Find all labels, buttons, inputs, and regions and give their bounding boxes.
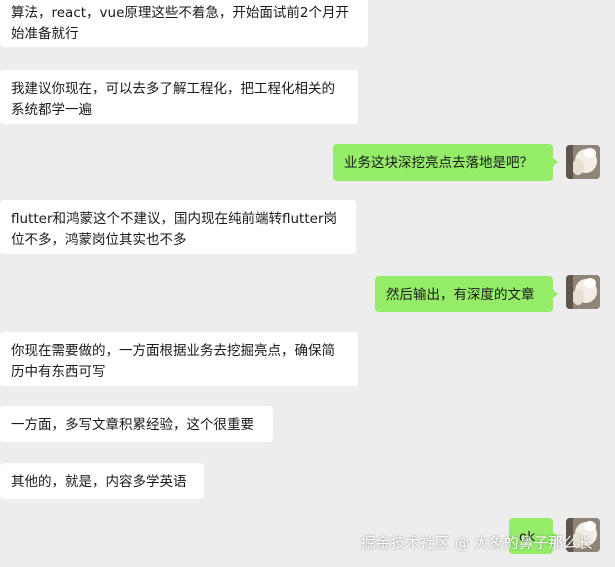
message-text: 一方面，多写文章积累经验，这个很重要 <box>11 417 254 433</box>
message-text: flutter和鸿蒙这个不建议，国内现在纯前端转flutter岗位不多，鸿蒙岗位… <box>11 211 338 248</box>
message-text: 你现在需要做的，一方面根据业务去挖掘亮点，确保简历中有东西可写 <box>11 343 335 380</box>
message-bubble-received: 算法，react，vue原理这些不着急，开始面试前2个月开始准备就行 <box>0 0 368 47</box>
message-bubble-received: 其他的，就是，内容多学英语 <box>0 463 204 499</box>
message-text: 我建议你现在，可以去多了解工程化，把工程化相关的系统都学一遍 <box>11 81 335 118</box>
avatar-image <box>566 145 600 179</box>
message-text: 业务这块深挖亮点去落地是吧？ <box>344 155 533 171</box>
message-bubble-received: flutter和鸿蒙这个不建议，国内现在纯前端转flutter岗位不多，鸿蒙岗位… <box>0 200 356 254</box>
message-bubble-sent: 业务这块深挖亮点去落地是吧？ <box>333 144 558 181</box>
watermark-text: 掘金技术社区 @ 大象的鼻子那么长 <box>361 536 593 552</box>
message-bubble-received: 一方面，多写文章积累经验，这个很重要 <box>0 406 273 442</box>
message-bubble-sent: 然后输出，有深度的文章 <box>375 276 558 312</box>
user-avatar[interactable] <box>566 275 600 309</box>
user-avatar[interactable] <box>566 145 600 179</box>
message-text: 算法，react，vue原理这些不着急，开始面试前2个月开始准备就行 <box>11 5 349 42</box>
avatar-image <box>566 275 600 309</box>
message-text: 其他的，就是，内容多学英语 <box>11 474 187 490</box>
message-bubble-received: 我建议你现在，可以去多了解工程化，把工程化相关的系统都学一遍 <box>0 70 358 124</box>
message-bubble-received: 你现在需要做的，一方面根据业务去挖掘亮点，确保简历中有东西可写 <box>0 332 358 386</box>
message-text: 然后输出，有深度的文章 <box>386 287 535 303</box>
